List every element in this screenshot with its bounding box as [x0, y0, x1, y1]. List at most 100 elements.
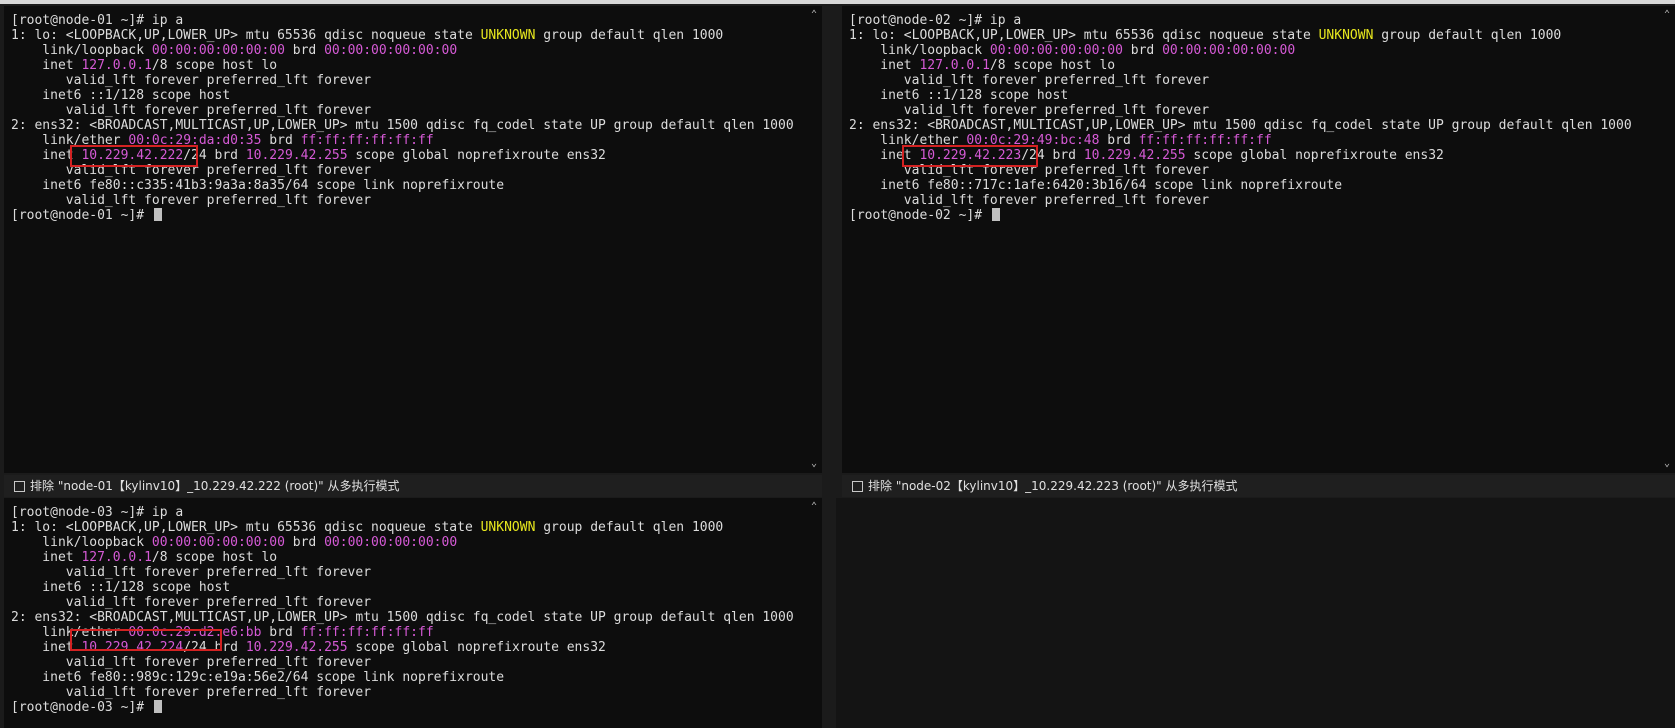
terminal-text: valid_lft forever preferred_lft forever [11, 193, 372, 208]
terminal-pane-node-01[interactable]: [root@node-01 ~]# ip a 1: lo: <LOOPBACK,U… [4, 6, 822, 473]
terminal-text: scope global noprefixroute ens32 [347, 640, 606, 655]
terminal-text: 00:00:00:00:00:00 [151, 535, 285, 550]
terminal-line: 1: lo: <LOOPBACK,UP,LOWER_UP> mtu 65536 … [849, 28, 1655, 43]
terminal-text: valid_lft forever preferred_lft forever [11, 685, 372, 700]
terminal-text: [root@node-01 ~]# ip a [11, 13, 184, 28]
scroll-up-icon[interactable]: ⌃ [1662, 10, 1672, 20]
terminal-text: UNKNOWN [1318, 28, 1374, 43]
terminal-line: [root@node-01 ~]# ip a [11, 13, 802, 28]
terminal-pane-node-02[interactable]: [root@node-02 ~]# ip a 1: lo: <LOOPBACK,U… [842, 6, 1675, 473]
terminal-text: 127.0.0.1 [919, 58, 990, 73]
terminal-text: /8 scope host lo [989, 58, 1116, 73]
terminal-line: inet6 fe80::989c:129c:e19a:56e2/64 scope… [11, 670, 802, 685]
terminal-line: valid_lft forever preferred_lft forever [11, 685, 802, 700]
terminal-text: inet6 fe80::c335:41b3:9a3a:8a35/64 scope… [11, 178, 505, 193]
terminal-text: [root@node-03 ~]# [11, 700, 152, 715]
ip-highlight-box [902, 145, 1038, 167]
terminal-text: brd [284, 43, 325, 58]
terminal-line: valid_lft forever preferred_lft forever [11, 73, 802, 88]
terminal-text: valid_lft forever preferred_lft forever [849, 73, 1210, 88]
empty-pane-area [836, 498, 1675, 728]
scrollbar[interactable]: ⌃ ⌄ [1659, 6, 1675, 473]
terminal-line: 2: ens32: <BROADCAST,MULTICAST,UP,LOWER_… [11, 118, 802, 133]
terminal-text: 00:00:00:00:00:00 [151, 43, 285, 58]
terminal-text: 2: ens32: <BROADCAST,MULTICAST,UP,LOWER_… [849, 118, 1632, 133]
terminal-text: group default qlen 1000 [535, 520, 724, 535]
terminal-line: inet 127.0.0.1/8 scope host lo [11, 58, 802, 73]
terminal-text: [root@node-01 ~]# [11, 208, 152, 223]
terminal-line: valid_lft forever preferred_lft forever [849, 73, 1655, 88]
terminal-line: inet6 fe80::c335:41b3:9a3a:8a35/64 scope… [11, 178, 802, 193]
terminal-text: brd [261, 625, 301, 640]
terminal-text: inet6 ::1/128 scope host [11, 88, 231, 103]
ip-highlight-box [70, 145, 198, 167]
terminal-text: 1: lo: <LOOPBACK,UP,LOWER_UP> mtu 65536 … [849, 28, 1319, 43]
terminal-text: [root@node-03 ~]# ip a [11, 505, 184, 520]
terminal-text: 10.229.42.255 [245, 148, 348, 163]
terminal-text: [root@node-02 ~]# ip a [849, 13, 1022, 28]
window-top-border [0, 0, 1675, 4]
terminal-line: inet 127.0.0.1/8 scope host lo [11, 550, 802, 565]
terminal-line: 2: ens32: <BROADCAST,MULTICAST,UP,LOWER_… [11, 610, 802, 625]
terminal-output: [root@node-02 ~]# ip a 1: lo: <LOOPBACK,U… [849, 13, 1655, 223]
terminal-line: link/loopback 00:00:00:00:00:00 brd 00:0… [11, 43, 802, 58]
terminal-line: valid_lft forever preferred_lft forever [849, 103, 1655, 118]
terminal-text: ff:ff:ff:ff:ff:ff [300, 625, 434, 640]
terminal-text: valid_lft forever preferred_lft forever [11, 103, 372, 118]
terminal-text: 1: lo: <LOOPBACK,UP,LOWER_UP> mtu 65536 … [11, 28, 481, 43]
terminal-text: 10.229.42.255 [1083, 148, 1186, 163]
terminal-text: brd [284, 535, 325, 550]
terminal-output: [root@node-01 ~]# ip a 1: lo: <LOOPBACK,U… [11, 13, 802, 223]
terminal-text: inet6 ::1/128 scope host [11, 580, 231, 595]
terminal-text: UNKNOWN [480, 520, 536, 535]
terminal-text: inet [11, 550, 82, 565]
terminal-text: valid_lft forever preferred_lft forever [849, 103, 1210, 118]
terminal-text: group default qlen 1000 [1373, 28, 1562, 43]
exclude-checkbox[interactable] [852, 481, 863, 492]
terminal-line: 1: lo: <LOOPBACK,UP,LOWER_UP> mtu 65536 … [11, 520, 802, 535]
terminal-line: [root@node-02 ~]# [849, 208, 1655, 223]
terminal-text: link/loopback [11, 43, 152, 58]
terminal-text: ff:ff:ff:ff:ff:ff [1138, 133, 1272, 148]
terminal-line: link/loopback 00:00:00:00:00:00 brd 00:0… [11, 535, 802, 550]
terminal-line: [root@node-03 ~]# ip a [11, 505, 802, 520]
terminal-text: brd [1099, 133, 1139, 148]
terminal-pane-node-03[interactable]: [root@node-03 ~]# ip a 1: lo: <LOOPBACK,U… [4, 498, 822, 728]
terminal-line: inet6 fe80::717c:1afe:6420:3b16/64 scope… [849, 178, 1655, 193]
terminal-text: 127.0.0.1 [81, 550, 152, 565]
terminal-text: valid_lft forever preferred_lft forever [849, 193, 1210, 208]
terminal-text: [root@node-02 ~]# [849, 208, 990, 223]
terminal-text: inet6 ::1/128 scope host [849, 88, 1069, 103]
terminal-line: 2: ens32: <BROADCAST,MULTICAST,UP,LOWER_… [849, 118, 1655, 133]
scroll-down-icon[interactable]: ⌄ [1662, 459, 1672, 469]
terminal-line: [root@node-01 ~]# [11, 208, 802, 223]
terminal-text: link/loopback [849, 43, 990, 58]
terminal-line: inet6 ::1/128 scope host [11, 88, 802, 103]
scroll-up-icon[interactable]: ⌃ [809, 10, 819, 20]
terminal-line: inet 127.0.0.1/8 scope host lo [849, 58, 1655, 73]
terminal-text: inet [11, 58, 82, 73]
status-text: 排除 "node-01【kylinv10】_10.229.42.222 (roo… [30, 479, 400, 493]
terminal-text: 00:00:00:00:00:00 [1162, 43, 1296, 58]
scroll-down-icon[interactable]: ⌄ [809, 459, 819, 469]
scrollbar[interactable]: ⌃ ⌄ [806, 6, 822, 473]
status-bar-node-01: 排除 "node-01【kylinv10】_10.229.42.222 (roo… [4, 475, 822, 497]
terminal-text: 00:00:00:00:00:00 [989, 43, 1123, 58]
terminal-text: /8 scope host lo [151, 58, 278, 73]
terminal-text: inet6 fe80::717c:1afe:6420:3b16/64 scope… [849, 178, 1343, 193]
scroll-up-icon[interactable]: ⌃ [809, 502, 819, 512]
terminal-text: group default qlen 1000 [535, 28, 724, 43]
status-text: 排除 "node-02【kylinv10】_10.229.42.223 (roo… [868, 479, 1238, 493]
terminal-text: UNKNOWN [480, 28, 536, 43]
terminal-text: 00:00:00:00:00:00 [324, 43, 458, 58]
terminal-text: inet [849, 58, 920, 73]
terminal-text: 2: ens32: <BROADCAST,MULTICAST,UP,LOWER_… [11, 118, 794, 133]
terminal-line: valid_lft forever preferred_lft forever [11, 103, 802, 118]
terminal-text: 10.229.42.255 [245, 640, 348, 655]
terminal-line: valid_lft forever preferred_lft forever [11, 595, 802, 610]
terminal-text: 2: ens32: <BROADCAST,MULTICAST,UP,LOWER_… [11, 610, 794, 625]
terminal-text: ff:ff:ff:ff:ff:ff [300, 133, 434, 148]
scrollbar[interactable]: ⌃ [806, 498, 822, 728]
terminal-text: /8 scope host lo [151, 550, 278, 565]
exclude-checkbox[interactable] [14, 481, 25, 492]
